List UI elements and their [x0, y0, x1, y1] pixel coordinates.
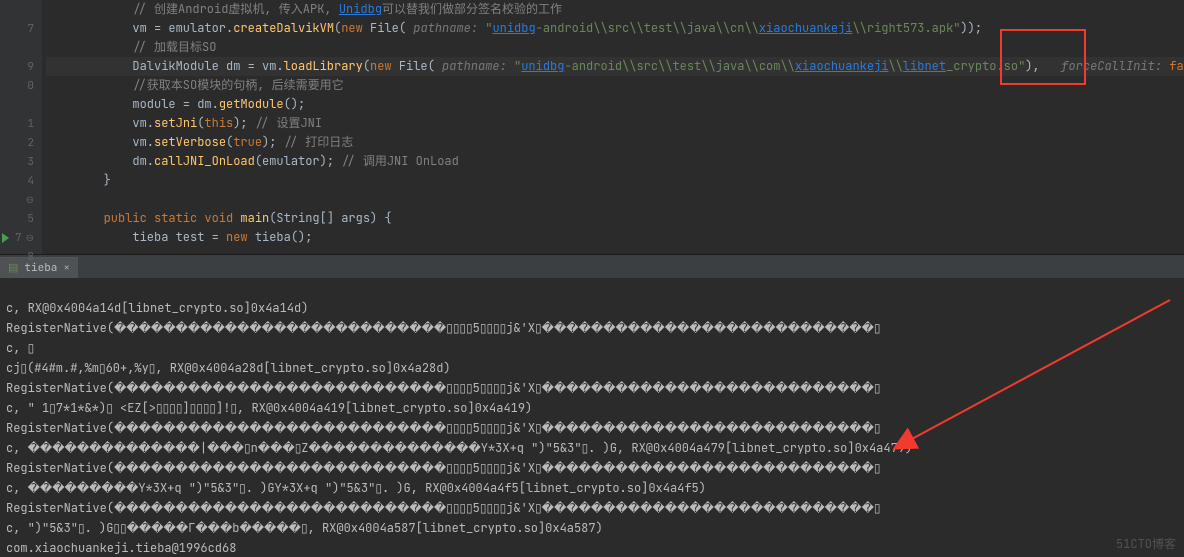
console-line: c, ���������Y*3X+q ")"5&3"▯. )GY*3X+q ")…	[6, 480, 706, 496]
console-line: com.xiaochuankeji.tieba@1996cd68	[6, 540, 236, 556]
run-gutter-icon[interactable]	[2, 233, 9, 243]
line-number: 7	[27, 22, 34, 36]
code-text[interactable]: // 创建Android虚拟机, 传入APK, Unidbg可以替我们做部分签名…	[42, 0, 1184, 254]
console-line: RegisterNative(�������������������������…	[6, 380, 881, 396]
line-number: 3	[27, 155, 34, 169]
console-line: RegisterNative(�������������������������…	[6, 420, 881, 436]
console-line: cj▯(#4#m.#,%m▯60+,%y▯, RX@0x4004a28d[lib…	[6, 360, 451, 376]
fold-icon[interactable]: ⊖	[26, 231, 34, 244]
console-line: c, ��������������|���▯n���▯Z������������…	[6, 440, 912, 456]
line-number: 0	[27, 79, 34, 93]
line-gutter: 7 9 0 1 2 3 4 ⊖ 5 7⊖ 8	[0, 0, 42, 254]
close-icon[interactable]: ×	[63, 261, 70, 275]
console-panel: ▤ tieba × c, RX@0x4004a14d[libnet_crypto…	[0, 254, 1184, 557]
line-number: 1	[27, 117, 34, 131]
line-number: 5	[27, 212, 34, 226]
fold-icon[interactable]: ⊖	[26, 193, 34, 206]
code-editor[interactable]: 7 9 0 1 2 3 4 ⊖ 5 7⊖ 8 // 创建Android虚拟机, …	[0, 0, 1184, 254]
console-line: RegisterNative(�������������������������…	[6, 320, 881, 336]
console-output[interactable]: c, RX@0x4004a14d[libnet_crypto.so]0x4a14…	[0, 278, 1184, 557]
console-line: RegisterNative(�������������������������…	[6, 500, 881, 516]
console-tab-bar: ▤ tieba ×	[0, 255, 1184, 278]
console-line: c, " 1▯7*1*&*)▯ <EZ[>▯▯▯▯]▯▯▯▯]!▯, RX@0x…	[6, 400, 532, 416]
console-line: c, ▯	[6, 340, 34, 356]
line-number: 2	[27, 136, 34, 150]
watermark: 51CTO博客	[1116, 535, 1176, 552]
console-line: c, RX@0x4004a14d[libnet_crypto.so]0x4a14…	[6, 300, 308, 316]
line-number: 9	[27, 60, 34, 74]
console-line: c, ")"5&3"▯. )G▯▯�����Г���b�����▯, RX@0x…	[6, 520, 603, 536]
line-number: 7	[15, 231, 22, 245]
console-line: RegisterNative(�������������������������…	[6, 460, 881, 476]
line-number: 8	[27, 250, 34, 264]
line-number: 4	[27, 174, 34, 188]
